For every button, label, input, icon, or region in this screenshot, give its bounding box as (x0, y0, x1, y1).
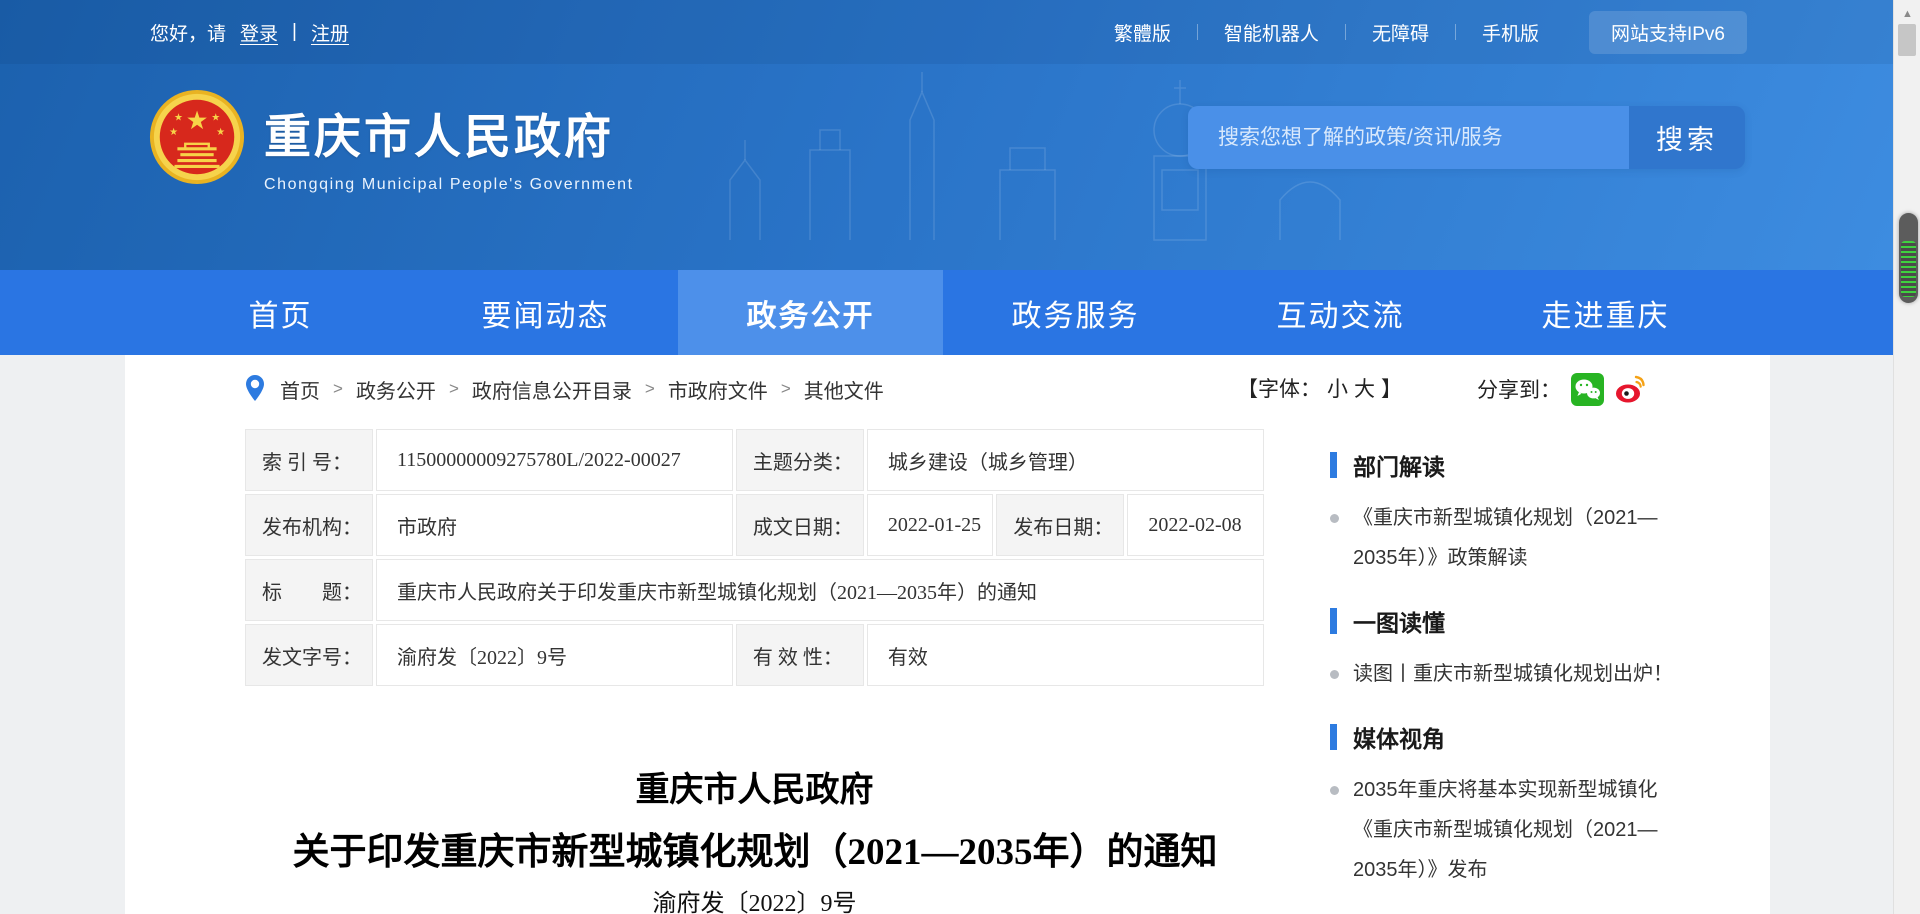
search-input[interactable] (1188, 106, 1629, 169)
font-size-label: 【字体： (1237, 373, 1321, 403)
document-title-line2: 关于印发重庆市新型城镇化规划（2021—2035年）的通知 (185, 821, 1325, 875)
font-size-tools: 【字体： 小 大 】 (1237, 373, 1402, 403)
font-size-label-close: 】 (1381, 373, 1402, 403)
accessibility-widget[interactable] (1899, 213, 1918, 303)
publish-date-value: 2022-02-08 (1127, 494, 1264, 556)
breadcrumb-separator: > (333, 379, 343, 399)
breadcrumb-info-catalog[interactable]: 政府信息公开目录 (472, 375, 632, 404)
table-row: 发文字号： 渝府发〔2022〕9号 有 效 性： 有效 (245, 624, 1264, 686)
font-size-small-button[interactable]: 小 (1327, 373, 1348, 403)
nav-item-gov-services[interactable]: 政务服务 (943, 270, 1208, 355)
login-link[interactable]: 登录 (240, 19, 278, 46)
site-title: 重庆市人民政府 (264, 98, 634, 167)
list-item[interactable]: 读图丨重庆市新型城镇化规划出炉！ (1330, 654, 1680, 694)
main-navigation: 首页 要闻动态 政务公开 政务服务 互动交流 走进重庆 (0, 270, 1893, 355)
site-search: 搜索 (1188, 106, 1745, 169)
validity-label: 有 效 性： (736, 624, 864, 686)
index-number-value: 11500000009275780L/2022-00027 (376, 429, 733, 491)
issuer-value: 市政府 (376, 494, 733, 556)
svg-text:★: ★ (186, 107, 209, 135)
top-utility-bar: 您好，请 登录 | 注册 繁體版 智能机器人 无障碍 手机版 网站支持IPv6 (0, 0, 1893, 64)
vertical-scrollbar[interactable]: ▲ (1893, 0, 1920, 914)
svg-text:★: ★ (174, 112, 183, 123)
doc-number-label: 发文字号： (245, 624, 373, 686)
smart-robot-link[interactable]: 智能机器人 (1198, 19, 1345, 46)
content-container: 首页 > 政务公开 > 政府信息公开目录 > 市政府文件 > 其他文件 【字体：… (125, 355, 1770, 914)
section-title: 一图读懂 (1353, 604, 1445, 638)
section-accent-bar (1330, 452, 1337, 478)
topic-category-label: 主题分类： (736, 429, 864, 491)
svg-text:★: ★ (169, 127, 178, 138)
svg-text:★: ★ (216, 127, 225, 138)
content-background: 首页 > 政务公开 > 政府信息公开目录 > 市政府文件 > 其他文件 【字体：… (0, 355, 1893, 914)
accessibility-link[interactable]: 无障碍 (1346, 19, 1455, 46)
wechat-share-button[interactable] (1571, 373, 1604, 406)
nav-item-news[interactable]: 要闻动态 (413, 270, 678, 355)
weibo-share-button[interactable] (1614, 373, 1647, 406)
breadcrumb-row: 首页 > 政务公开 > 政府信息公开目录 > 市政府文件 > 其他文件 【字体：… (125, 369, 1770, 415)
font-size-large-button[interactable]: 大 (1354, 373, 1375, 403)
section-department-interpretation: 部门解读 《重庆市新型城镇化规划（2021—2035年）》政策解读 (1330, 448, 1680, 578)
site-title-english: Chongqing Municipal People's Government (264, 176, 634, 194)
written-date-value: 2022-01-25 (867, 494, 994, 556)
issuer-label: 发布机构： (245, 494, 373, 556)
document-number: 渝府发〔2022〕9号 (242, 883, 1267, 914)
table-row: 索 引 号： 11500000009275780L/2022-00027 主题分… (245, 429, 1264, 491)
scrollbar-thumb[interactable] (1898, 24, 1916, 56)
section-title: 媒体视角 (1353, 720, 1445, 754)
breadcrumb-home[interactable]: 首页 (280, 375, 320, 404)
widget-stripes-decoration (1901, 241, 1916, 297)
breadcrumb: 首页 > 政务公开 > 政府信息公开目录 > 市政府文件 > 其他文件 (243, 369, 884, 409)
title-value: 重庆市人民政府关于印发重庆市新型城镇化规划（2021—2035年）的通知 (376, 559, 1264, 621)
share-tools: 分享到： (1477, 369, 1647, 409)
section-accent-bar (1330, 608, 1337, 634)
topic-category-value: 城乡建设（城乡管理） (867, 429, 1264, 491)
share-label: 分享到： (1477, 374, 1561, 404)
section-accent-bar (1330, 724, 1337, 750)
section-media-perspective: 媒体视角 2035年重庆将基本实现新型城镇化 《重庆市新型城镇化规划（2021—… (1330, 720, 1680, 890)
nav-item-home[interactable]: 首页 (148, 270, 413, 355)
section-title: 部门解读 (1353, 448, 1445, 482)
table-row: 标 题： 重庆市人民政府关于印发重庆市新型城镇化规划（2021—2035年）的通… (245, 559, 1264, 621)
list-item[interactable]: 《重庆市新型城镇化规划（2021—2035年）》政策解读 (1330, 498, 1680, 578)
location-pin-icon (243, 374, 267, 404)
title-label: 标 题： (245, 559, 373, 621)
nav-item-about-chongqing[interactable]: 走进重庆 (1473, 270, 1738, 355)
section-one-image-read: 一图读懂 读图丨重庆市新型城镇化规划出炉！ (1330, 604, 1680, 694)
traditional-chinese-link[interactable]: 繁體版 (1088, 19, 1197, 46)
site-header: 您好，请 登录 | 注册 繁體版 智能机器人 无障碍 手机版 网站支持IPv6 … (0, 0, 1893, 270)
table-row: 发布机构： 市政府 成文日期： 2022-01-25 发布日期： 2022-02… (245, 494, 1264, 556)
breadcrumb-separator: > (645, 379, 655, 399)
site-logo[interactable]: ★ ★ ★ ★ ★ 重庆市人民政府 Chongqing Municipal Pe… (148, 88, 634, 194)
validity-value: 有效 (867, 624, 1264, 686)
svg-text:★: ★ (211, 112, 220, 123)
breadcrumb-separator: > (449, 379, 459, 399)
nav-item-gov-disclosure[interactable]: 政务公开 (678, 270, 943, 355)
breadcrumb-other-documents[interactable]: 其他文件 (804, 375, 884, 404)
breadcrumb-separator: > (781, 379, 791, 399)
publish-date-label: 发布日期： (996, 494, 1124, 556)
greeting-text: 您好，请 (150, 19, 226, 46)
mobile-version-link[interactable]: 手机版 (1456, 19, 1565, 46)
list-item[interactable]: 2035年重庆将基本实现新型城镇化 《重庆市新型城镇化规划（2021—2035年… (1330, 770, 1680, 890)
breadcrumb-city-gov-documents[interactable]: 市政府文件 (668, 375, 768, 404)
ipv6-support-badge[interactable]: 网站支持IPv6 (1589, 11, 1747, 54)
written-date-label: 成文日期： (736, 494, 864, 556)
search-button[interactable]: 搜索 (1629, 106, 1745, 169)
index-number-label: 索 引 号： (245, 429, 373, 491)
breadcrumb-gov-disclosure[interactable]: 政务公开 (356, 375, 436, 404)
login-register-divider: | (292, 21, 297, 43)
national-emblem-icon: ★ ★ ★ ★ ★ (148, 88, 246, 186)
related-reading-sidebar: 部门解读 《重庆市新型城镇化规划（2021—2035年）》政策解读 一图读懂 读… (1330, 448, 1680, 914)
scrollbar-up-arrow[interactable]: ▲ (1894, 6, 1920, 22)
doc-meta-table: 索 引 号： 11500000009275780L/2022-00027 主题分… (242, 426, 1267, 689)
doc-number-value: 渝府发〔2022〕9号 (376, 624, 733, 686)
document-title-line1: 重庆市人民政府 (242, 762, 1267, 811)
nav-item-interaction[interactable]: 互动交流 (1208, 270, 1473, 355)
register-link[interactable]: 注册 (311, 19, 349, 46)
